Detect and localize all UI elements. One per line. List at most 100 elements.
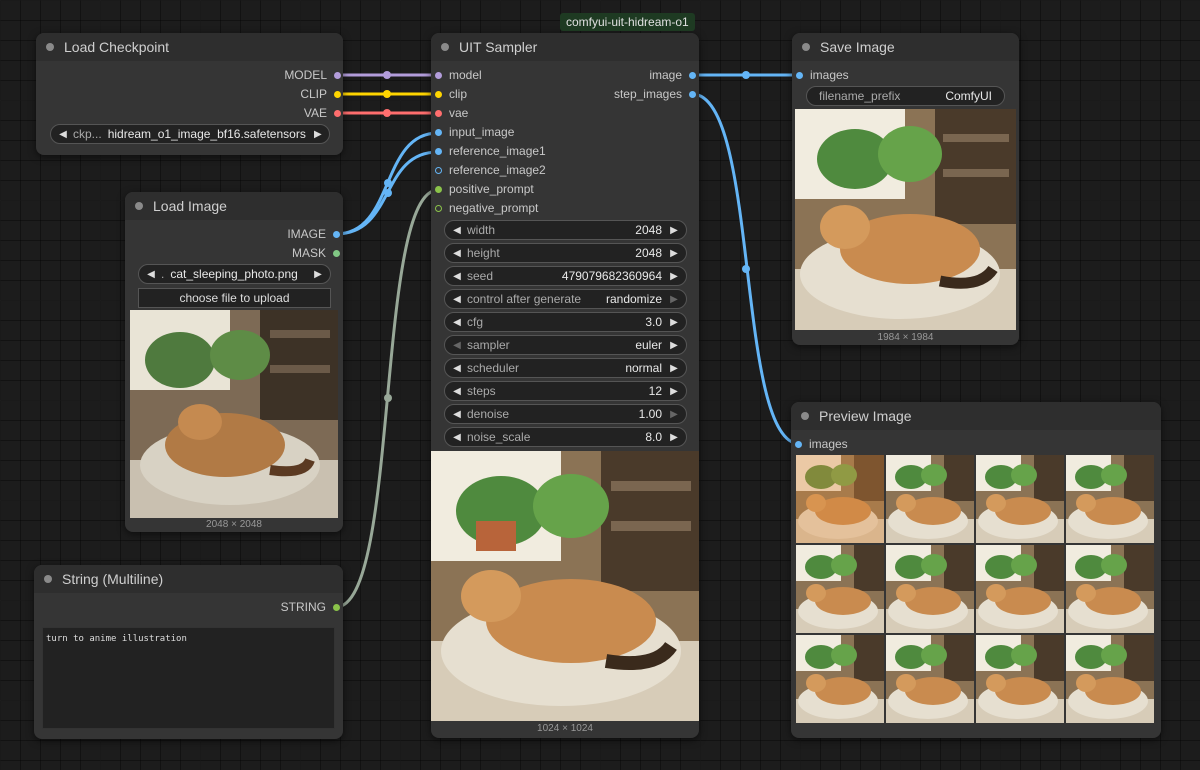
width-widget[interactable]: ◀ width 2048 ▶	[444, 220, 687, 240]
string-socket-icon[interactable]	[435, 204, 442, 212]
input-model[interactable]: model	[435, 66, 482, 84]
string-socket-icon[interactable]	[333, 603, 340, 611]
node-title-bar[interactable]: Preview Image	[791, 402, 1161, 430]
node-title-bar[interactable]: Load Checkpoint	[36, 33, 343, 61]
arrow-right-icon[interactable]: ▶	[312, 269, 324, 280]
graph-name-badge: comfyui-uit-hidream-o1	[560, 13, 695, 31]
input-images[interactable]: images	[795, 435, 848, 453]
arrow-left-icon[interactable]: ◀	[451, 363, 463, 374]
arrow-left-icon[interactable]: ◀	[451, 294, 463, 305]
node-title: Preview Image	[819, 408, 912, 424]
cfg-widget[interactable]: ◀ cfg 3.0 ▶	[444, 312, 687, 332]
output-model[interactable]: MODEL	[284, 66, 341, 84]
noise-scale-widget[interactable]: ◀ noise_scale 8.0 ▶	[444, 427, 687, 447]
vae-socket-icon[interactable]	[334, 109, 341, 117]
output-vae[interactable]: VAE	[304, 104, 341, 122]
node-title: String (Multiline)	[62, 571, 164, 587]
arrow-left-icon[interactable]: ◀	[451, 340, 463, 351]
arrow-right-icon[interactable]: ▶	[668, 432, 680, 443]
denoise-widget[interactable]: ◀ denoise 1.00 ▶	[444, 404, 687, 424]
input-reference-image2[interactable]: reference_image2	[435, 161, 546, 179]
collapse-dot-icon[interactable]	[135, 202, 143, 210]
load-checkpoint-node[interactable]: Load Checkpoint MODEL CLIP VAE ◀ ckp... …	[36, 33, 343, 155]
arrow-left-icon[interactable]: ◀	[451, 432, 463, 443]
arrow-right-icon[interactable]: ▶	[668, 317, 680, 328]
arrow-left-icon[interactable]: ◀	[451, 271, 463, 282]
node-title: Load Image	[153, 198, 227, 214]
input-positive-prompt[interactable]: positive_prompt	[435, 180, 534, 198]
arrow-right-icon[interactable]: ▶	[668, 248, 680, 259]
arrow-right-icon[interactable]: ▶	[668, 363, 680, 374]
clip-socket-icon[interactable]	[435, 90, 442, 98]
collapse-dot-icon[interactable]	[441, 43, 449, 51]
arrow-right-icon[interactable]: ▶	[312, 129, 324, 140]
arrow-left-icon[interactable]: ◀	[451, 317, 463, 328]
output-image[interactable]: image	[649, 66, 696, 84]
image-socket-icon[interactable]	[333, 230, 340, 238]
output-step-images[interactable]: step_images	[614, 85, 696, 103]
input-vae[interactable]: vae	[435, 104, 468, 122]
load-image-node[interactable]: Load Image IMAGE MASK ◀ . cat_sleeping_p…	[125, 192, 343, 532]
arrow-right-icon[interactable]: ▶	[668, 294, 680, 305]
image-socket-icon[interactable]	[435, 166, 442, 174]
mask-socket-icon[interactable]	[333, 249, 340, 257]
collapse-dot-icon[interactable]	[44, 575, 52, 583]
string-multiline-node[interactable]: String (Multiline) STRING turn to anime …	[34, 565, 343, 739]
output-mask[interactable]: MASK	[292, 244, 340, 262]
height-widget[interactable]: ◀ height 2048 ▶	[444, 243, 687, 263]
image-socket-icon[interactable]	[689, 71, 696, 79]
arrow-left-icon[interactable]: ◀	[451, 225, 463, 236]
output-image[interactable]: IMAGE	[287, 225, 340, 243]
node-title-bar[interactable]: UIT Sampler	[431, 33, 699, 61]
arrow-left-icon[interactable]: ◀	[451, 248, 463, 259]
image-file-combo[interactable]: ◀ . cat_sleeping_photo.png ▶	[138, 264, 331, 284]
image-socket-icon[interactable]	[689, 90, 696, 98]
node-title-bar[interactable]: Load Image	[125, 192, 343, 220]
image-socket-icon[interactable]	[796, 71, 803, 79]
output-string[interactable]: STRING	[281, 598, 340, 616]
input-input-image[interactable]: input_image	[435, 123, 514, 141]
output-clip[interactable]: CLIP	[300, 85, 341, 103]
filename-prefix-widget[interactable]: filename_prefix ComfyUI	[806, 86, 1005, 106]
image-socket-icon[interactable]	[435, 147, 442, 155]
image-socket-icon[interactable]	[435, 128, 442, 136]
vae-socket-icon[interactable]	[435, 109, 442, 117]
arrow-right-icon[interactable]: ▶	[668, 225, 680, 236]
arrow-left-icon[interactable]: ◀	[145, 269, 157, 280]
seed-widget[interactable]: ◀ seed 479079682360964 ▶	[444, 266, 687, 286]
choose-file-button[interactable]: choose file to upload	[138, 288, 331, 308]
scheduler-widget[interactable]: ◀ scheduler normal ▶	[444, 358, 687, 378]
string-socket-icon[interactable]	[435, 185, 442, 193]
arrow-right-icon[interactable]: ▶	[668, 386, 680, 397]
input-images[interactable]: images	[796, 66, 849, 84]
model-socket-icon[interactable]	[435, 71, 442, 79]
arrow-right-icon[interactable]: ▶	[668, 340, 680, 351]
step-images-grid	[796, 455, 1156, 727]
uit-sampler-node[interactable]: UIT Sampler model clip vae input_image r…	[431, 33, 699, 738]
collapse-dot-icon[interactable]	[801, 412, 809, 420]
arrow-left-icon[interactable]: ◀	[57, 129, 69, 140]
image-socket-icon[interactable]	[795, 440, 802, 448]
arrow-right-icon[interactable]: ▶	[668, 409, 680, 420]
input-reference-image1[interactable]: reference_image1	[435, 142, 546, 160]
arrow-left-icon[interactable]: ◀	[451, 409, 463, 420]
prompt-textarea[interactable]: turn to anime illustration	[42, 627, 335, 729]
control-after-generate-widget[interactable]: ◀ control after generate randomize ▶	[444, 289, 687, 309]
sampler-widget[interactable]: ◀ sampler euler ▶	[444, 335, 687, 355]
input-clip[interactable]: clip	[435, 85, 467, 103]
collapse-dot-icon[interactable]	[802, 43, 810, 51]
steps-widget[interactable]: ◀ steps 12 ▶	[444, 381, 687, 401]
node-title-bar[interactable]: Save Image	[792, 33, 1019, 61]
save-image-node[interactable]: Save Image images filename_prefix ComfyU…	[792, 33, 1019, 345]
sampler-output-preview	[431, 451, 699, 721]
clip-socket-icon[interactable]	[334, 90, 341, 98]
arrow-right-icon[interactable]: ▶	[668, 271, 680, 282]
node-title: Save Image	[820, 39, 895, 55]
input-negative-prompt[interactable]: negative_prompt	[435, 199, 538, 217]
model-socket-icon[interactable]	[334, 71, 341, 79]
arrow-left-icon[interactable]: ◀	[451, 386, 463, 397]
preview-image-node[interactable]: Preview Image images	[791, 402, 1161, 738]
collapse-dot-icon[interactable]	[46, 43, 54, 51]
ckpt-name-combo[interactable]: ◀ ckp... hidream_o1_image_bf16.safetenso…	[50, 124, 330, 144]
node-title-bar[interactable]: String (Multiline)	[34, 565, 343, 593]
